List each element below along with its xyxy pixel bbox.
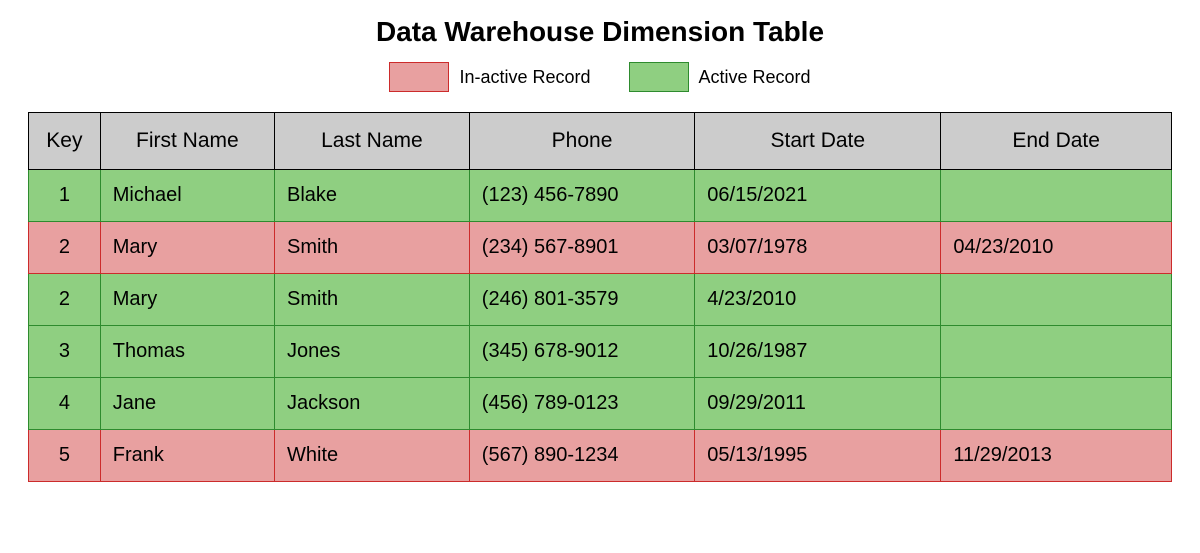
dimension-table: Key First Name Last Name Phone Start Dat… [28,112,1172,482]
cell-end-date [941,378,1172,430]
cell-phone: (456) 789-0123 [469,378,695,430]
cell-last-name: Smith [275,222,470,274]
page-title: Data Warehouse Dimension Table [28,16,1172,48]
cell-last-name: Jackson [275,378,470,430]
table-header-row: Key First Name Last Name Phone Start Dat… [29,113,1172,170]
cell-first-name: Michael [100,170,274,222]
cell-last-name: White [275,430,470,482]
cell-first-name: Thomas [100,326,274,378]
legend-item-active: Active Record [629,62,811,92]
cell-start-date: 05/13/1995 [695,430,941,482]
cell-start-date: 10/26/1987 [695,326,941,378]
col-header-first-name: First Name [100,113,274,170]
cell-last-name: Jones [275,326,470,378]
col-header-start-date: Start Date [695,113,941,170]
cell-first-name: Mary [100,222,274,274]
cell-key: 2 [29,222,101,274]
cell-last-name: Blake [275,170,470,222]
cell-first-name: Mary [100,274,274,326]
cell-phone: (345) 678-9012 [469,326,695,378]
cell-key: 3 [29,326,101,378]
cell-first-name: Frank [100,430,274,482]
cell-first-name: Jane [100,378,274,430]
cell-start-date: 06/15/2021 [695,170,941,222]
cell-key: 5 [29,430,101,482]
cell-phone: (246) 801-3579 [469,274,695,326]
col-header-last-name: Last Name [275,113,470,170]
legend-label-active: Active Record [699,67,811,88]
table-row: 5FrankWhite(567) 890-123405/13/199511/29… [29,430,1172,482]
cell-end-date [941,326,1172,378]
swatch-active [629,62,689,92]
col-header-phone: Phone [469,113,695,170]
cell-start-date: 4/23/2010 [695,274,941,326]
table-row: 2MarySmith(234) 567-890103/07/197804/23/… [29,222,1172,274]
cell-start-date: 03/07/1978 [695,222,941,274]
legend-item-inactive: In-active Record [389,62,590,92]
swatch-inactive [389,62,449,92]
legend-label-inactive: In-active Record [459,67,590,88]
cell-key: 2 [29,274,101,326]
cell-end-date [941,170,1172,222]
cell-end-date [941,274,1172,326]
cell-start-date: 09/29/2011 [695,378,941,430]
cell-key: 1 [29,170,101,222]
cell-phone: (567) 890-1234 [469,430,695,482]
table-row: 3ThomasJones(345) 678-901210/26/1987 [29,326,1172,378]
cell-end-date: 04/23/2010 [941,222,1172,274]
cell-last-name: Smith [275,274,470,326]
table-row: 4JaneJackson(456) 789-012309/29/2011 [29,378,1172,430]
table-row: 1MichaelBlake(123) 456-789006/15/2021 [29,170,1172,222]
legend: In-active Record Active Record [28,62,1172,92]
cell-key: 4 [29,378,101,430]
col-header-key: Key [29,113,101,170]
cell-end-date: 11/29/2013 [941,430,1172,482]
cell-phone: (123) 456-7890 [469,170,695,222]
col-header-end-date: End Date [941,113,1172,170]
cell-phone: (234) 567-8901 [469,222,695,274]
table-row: 2MarySmith(246) 801-35794/23/2010 [29,274,1172,326]
